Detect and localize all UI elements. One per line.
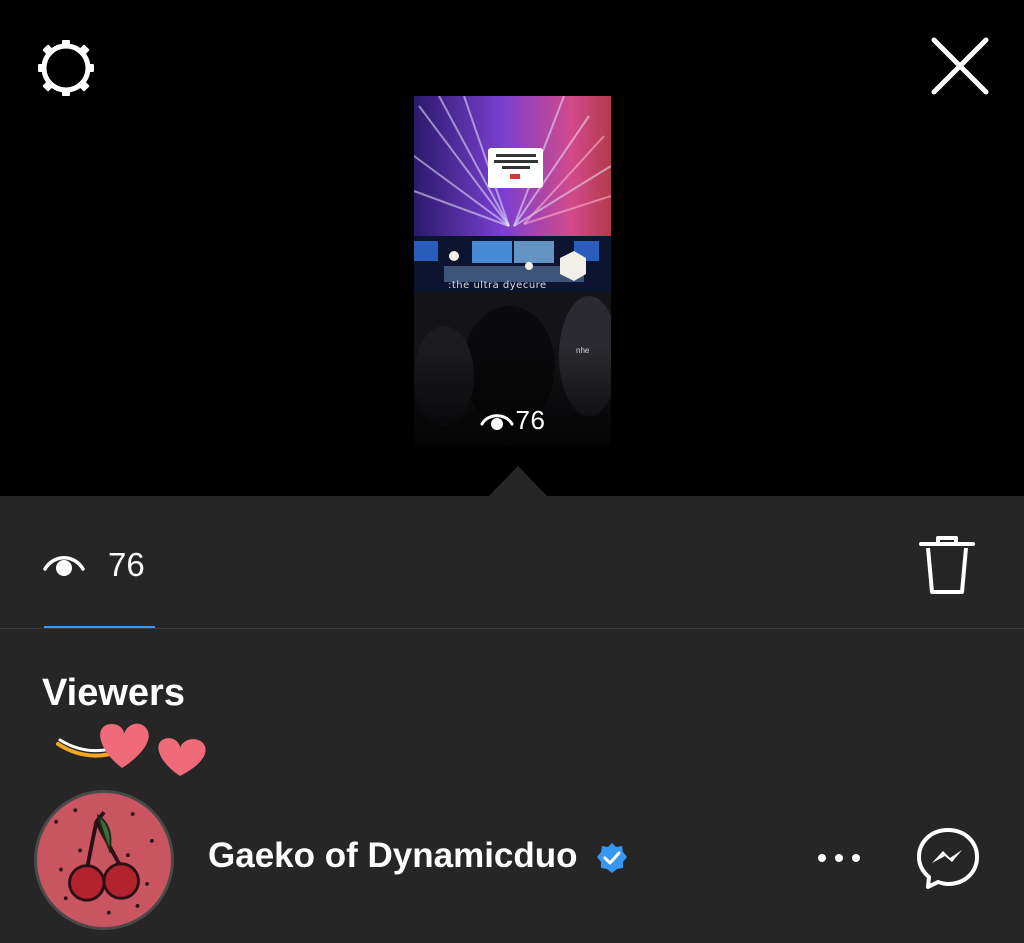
sheet-pointer — [488, 466, 548, 497]
eye-icon — [43, 556, 85, 576]
messenger-icon — [917, 828, 979, 889]
hearts-sticker — [56, 723, 206, 776]
thumb-view-number: 76 — [515, 405, 546, 435]
view-count: 76 — [108, 546, 145, 583]
thumb-view-count: 76 — [414, 405, 611, 436]
more-icon-dot — [835, 854, 843, 862]
more-icon-dot — [818, 854, 826, 862]
concert-image — [414, 96, 611, 446]
message-button[interactable] — [914, 826, 982, 890]
gear-icon — [38, 40, 94, 96]
close-button[interactable] — [928, 34, 992, 98]
story-caption: :the ultra dyecure — [448, 280, 547, 291]
settings-button[interactable] — [34, 36, 98, 100]
viewer-username[interactable]: Gaeko of Dynamicduo — [208, 836, 578, 876]
avatar[interactable] — [34, 790, 174, 930]
story-caption-tag: nhe — [576, 346, 590, 355]
viewers-heading: Viewers — [42, 672, 185, 714]
tab-views[interactable]: 76 — [42, 540, 145, 590]
verified-badge-icon — [597, 843, 627, 873]
more-options-button[interactable] — [812, 838, 866, 878]
more-icon-dot — [852, 854, 860, 862]
divider — [0, 628, 1024, 629]
cherry-avatar-image — [37, 793, 171, 927]
story-thumbnail[interactable]: :the ultra dyecure nhe 76 — [414, 96, 611, 446]
close-icon — [931, 37, 989, 95]
eye-icon — [480, 413, 514, 430]
delete-button[interactable] — [918, 534, 976, 596]
trash-icon — [919, 536, 975, 594]
